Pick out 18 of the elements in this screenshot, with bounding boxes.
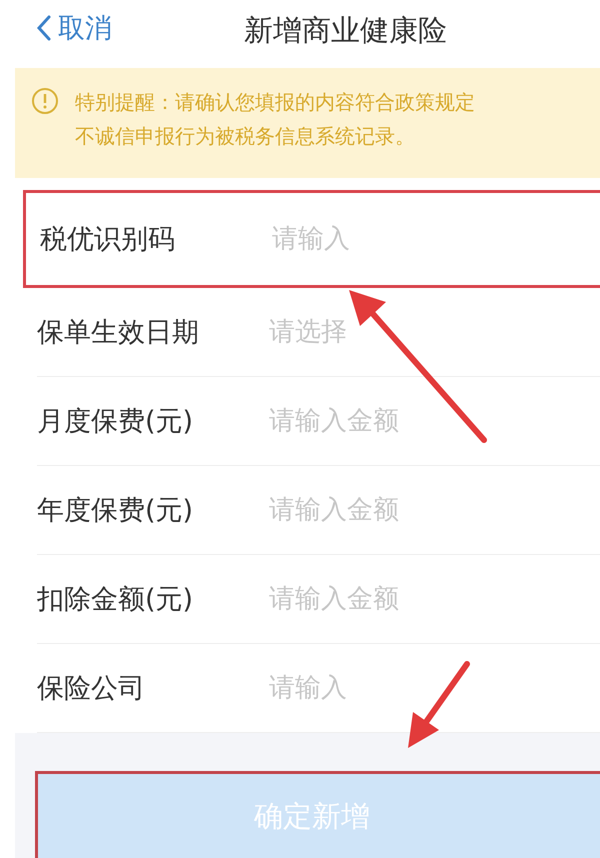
chevron-left-icon (36, 14, 52, 42)
notice-text: 不诚信申报行为被税务信息系统记录。 (75, 123, 415, 150)
field-label: 年度保费(元) (37, 494, 194, 528)
input-field[interactable]: 请输入 (269, 673, 549, 703)
back-button[interactable]: 取消 (36, 10, 112, 46)
field-label: 保单生效日期 (37, 316, 200, 350)
input-field[interactable]: 请输入金额 (269, 495, 549, 525)
page-title: 新增商业健康险 (244, 12, 447, 49)
field-label: 月度保费(元) (37, 405, 194, 439)
input-field[interactable]: 请输入 (272, 224, 552, 254)
field-label: 扣除金额(元) (37, 583, 194, 617)
notice-text: 特别提醒：请确认您填报的内容符合政策规定 (75, 89, 475, 116)
input-field[interactable]: 请选择 (269, 317, 549, 347)
warning-icon (31, 87, 59, 115)
input-field[interactable]: 请输入金额 (269, 584, 549, 614)
input-field[interactable]: 请输入金额 (269, 406, 549, 436)
field-label: 保险公司 (37, 672, 146, 706)
field-label: 税优识别码 (40, 223, 176, 257)
